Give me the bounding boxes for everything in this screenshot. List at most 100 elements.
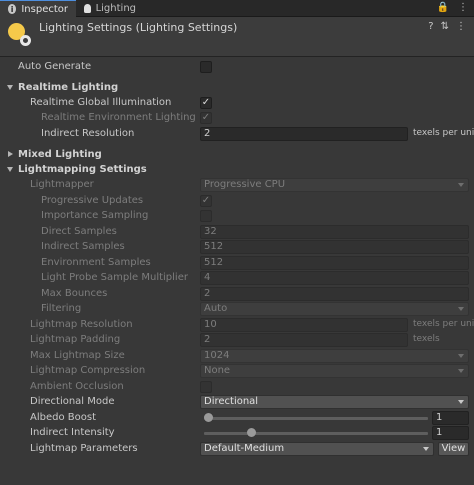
lightmap-compression-dropdown[interactable]: None xyxy=(200,364,469,378)
environment-samples-label: Environment Samples xyxy=(41,257,151,268)
filtering-value: Auto xyxy=(204,303,228,314)
auto-generate-label: Auto Generate xyxy=(18,61,92,72)
tab-lighting-label: Lighting xyxy=(95,3,136,14)
info-icon: i xyxy=(8,4,17,14)
realtime-gi-checkbox[interactable]: ✓ xyxy=(200,97,212,109)
lightmapping-settings-foldout[interactable]: Lightmapping Settings xyxy=(0,163,474,178)
directional-mode-row: Directional Mode Directional xyxy=(0,395,474,410)
page-title: Lighting Settings (Lighting Settings) xyxy=(39,21,238,34)
help-icon[interactable]: ? xyxy=(428,21,433,32)
view-button[interactable]: View xyxy=(438,442,469,456)
lightmapper-row: Lightmapper Progressive CPU xyxy=(0,178,474,193)
realtime-env-label: Realtime Environment Lighting xyxy=(41,112,196,123)
lightmap-resolution-label: Lightmap Resolution xyxy=(30,319,133,330)
foldout-open-icon xyxy=(7,167,13,172)
albedo-boost-slider[interactable] xyxy=(204,417,428,420)
indirect-resolution-label: Indirect Resolution xyxy=(41,128,135,139)
max-lightmap-size-row: Max Lightmap Size 1024 xyxy=(0,349,474,364)
filtering-dropdown[interactable]: Auto xyxy=(200,302,469,316)
bulb-icon xyxy=(84,4,91,13)
tab-lighting[interactable]: Lighting xyxy=(76,0,144,17)
tab-bar: i Inspector Lighting 🔒 ⋮ xyxy=(0,0,474,17)
indirect-samples-row: Indirect Samples 512 xyxy=(0,240,474,255)
lightmap-padding-field[interactable]: 2 xyxy=(200,333,408,347)
preset-icon[interactable]: ⇅ xyxy=(441,21,449,32)
light-probe-multiplier-field[interactable]: 4 xyxy=(200,271,469,285)
mixed-lighting-title: Mixed Lighting xyxy=(18,149,102,160)
mixed-lighting-foldout[interactable]: Mixed Lighting xyxy=(0,148,474,163)
max-bounces-field[interactable]: 2 xyxy=(200,287,469,301)
indirect-samples-label: Indirect Samples xyxy=(41,241,125,252)
lock-icon[interactable]: 🔒 xyxy=(437,2,449,13)
lightmapper-dropdown[interactable]: Progressive CPU xyxy=(200,178,469,192)
chevron-down-icon xyxy=(423,447,429,451)
max-lightmap-size-label: Max Lightmap Size xyxy=(30,350,125,361)
lightmap-resolution-field[interactable]: 10 xyxy=(200,318,408,332)
lightmap-padding-suffix: texels xyxy=(413,334,440,344)
chevron-down-icon xyxy=(458,183,464,187)
tab-menu-icon[interactable]: ⋮ xyxy=(458,2,468,13)
foldout-open-icon xyxy=(7,85,13,90)
realtime-lighting-foldout[interactable]: Realtime Lighting xyxy=(0,81,474,96)
realtime-gi-label: Realtime Global Illumination xyxy=(30,97,172,108)
albedo-boost-row: Albedo Boost 1 xyxy=(0,411,474,426)
progressive-updates-row: Progressive Updates ✓ xyxy=(0,194,474,209)
direct-samples-field[interactable]: 32 xyxy=(200,225,469,239)
lightmap-padding-row: Lightmap Padding 2 texels xyxy=(0,333,474,348)
inspector-header: Lighting Settings (Lighting Settings) ? … xyxy=(0,17,474,57)
directional-mode-dropdown[interactable]: Directional xyxy=(200,395,469,409)
ambient-occlusion-row: Ambient Occlusion xyxy=(0,380,474,395)
progressive-updates-label: Progressive Updates xyxy=(41,195,144,206)
chevron-down-icon xyxy=(458,307,464,311)
indirect-intensity-slider[interactable] xyxy=(204,432,428,435)
filtering-row: Filtering Auto xyxy=(0,302,474,317)
importance-sampling-label: Importance Sampling xyxy=(41,210,149,221)
realtime-gi-row: Realtime Global Illumination ✓ xyxy=(0,96,474,111)
lightmap-compression-label: Lightmap Compression xyxy=(30,365,146,376)
environment-samples-field[interactable]: 512 xyxy=(200,256,469,270)
importance-sampling-row: Importance Sampling xyxy=(0,209,474,224)
indirect-intensity-label: Indirect Intensity xyxy=(30,427,115,438)
lighting-settings-icon xyxy=(8,22,34,50)
lightmap-parameters-dropdown[interactable]: Default-Medium xyxy=(200,442,434,456)
lightmapper-label: Lightmapper xyxy=(30,179,94,190)
max-bounces-row: Max Bounces 2 xyxy=(0,287,474,302)
light-probe-multiplier-row: Light Probe Sample Multiplier 4 xyxy=(0,271,474,286)
realtime-env-row: Realtime Environment Lighting ✓ xyxy=(0,111,474,126)
albedo-boost-field[interactable]: 1 xyxy=(432,411,469,425)
importance-sampling-checkbox[interactable] xyxy=(200,210,212,222)
realtime-env-checkbox[interactable]: ✓ xyxy=(200,112,212,124)
lightmapping-settings-title: Lightmapping Settings xyxy=(18,164,147,175)
direct-samples-label: Direct Samples xyxy=(41,226,117,237)
more-icon[interactable]: ⋮ xyxy=(456,21,466,32)
lightmap-parameters-label: Lightmap Parameters xyxy=(30,443,138,454)
tab-inspector[interactable]: i Inspector xyxy=(0,0,76,17)
progressive-updates-checkbox[interactable]: ✓ xyxy=(200,195,212,207)
ambient-occlusion-checkbox[interactable] xyxy=(200,381,212,393)
indirect-intensity-slider-thumb[interactable] xyxy=(247,428,256,437)
lightmap-padding-label: Lightmap Padding xyxy=(30,334,121,345)
chevron-down-icon xyxy=(458,354,464,358)
foldout-closed-icon xyxy=(8,151,13,157)
directional-mode-value: Directional xyxy=(204,396,259,407)
chevron-down-icon xyxy=(458,369,464,373)
indirect-intensity-field[interactable]: 1 xyxy=(432,426,469,440)
light-probe-multiplier-label: Light Probe Sample Multiplier xyxy=(41,272,188,283)
lightmap-resolution-suffix: texels per unit xyxy=(413,319,474,329)
lightmap-parameters-row: Lightmap Parameters Default-Medium View xyxy=(0,442,474,457)
ambient-occlusion-label: Ambient Occlusion xyxy=(30,381,124,392)
auto-generate-row: Auto Generate xyxy=(0,60,474,75)
max-lightmap-size-dropdown[interactable]: 1024 xyxy=(200,349,469,363)
auto-generate-checkbox[interactable] xyxy=(200,61,212,73)
lightmap-compression-row: Lightmap Compression None xyxy=(0,364,474,379)
lightmapper-value: Progressive CPU xyxy=(204,179,286,190)
lightmap-resolution-row: Lightmap Resolution 10 texels per unit xyxy=(0,318,474,333)
indirect-resolution-field[interactable]: 2 xyxy=(200,127,408,141)
lightmap-compression-value: None xyxy=(204,365,231,376)
indirect-intensity-row: Indirect Intensity 1 xyxy=(0,426,474,441)
max-lightmap-size-value: 1024 xyxy=(204,350,230,361)
filtering-label: Filtering xyxy=(41,303,82,314)
lighting-settings-panel: Auto Generate Realtime Lighting Realtime… xyxy=(0,58,474,485)
albedo-boost-slider-thumb[interactable] xyxy=(204,413,213,422)
indirect-samples-field[interactable]: 512 xyxy=(200,240,469,254)
